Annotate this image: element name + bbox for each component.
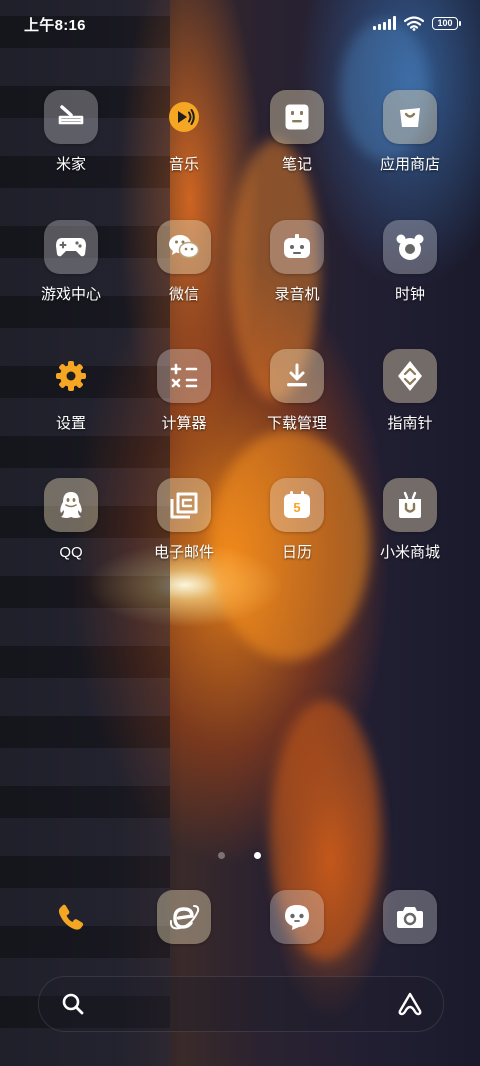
mijia-icon[interactable] [44,90,98,144]
app-label: 小米商城 [379,544,440,561]
app-label: 笔记 [281,156,312,173]
app-wechat[interactable]: 微信 [127,220,241,304]
status-bar: 上午8:16 100 [0,0,480,46]
app-qq[interactable]: QQ [14,478,128,562]
app-clock[interactable]: 时钟 [353,220,467,304]
mi-store-icon[interactable] [383,478,437,532]
app-label: 米家 [55,156,86,173]
notes-icon[interactable] [270,90,324,144]
calendar-day: 5 [293,500,300,515]
app-notes[interactable]: 笔记 [240,90,354,174]
battery-level: 100 [437,18,453,28]
page-indicator [0,852,480,860]
calendar-icon[interactable]: 5 [270,478,324,532]
battery-icon: 100 [432,16,461,30]
app-music[interactable]: 音乐 [127,90,241,174]
app-app-store[interactable]: 应用商店 [353,90,467,174]
app-label: 应用商店 [379,156,440,173]
status-icons: 100 [373,14,461,32]
app-mi-store[interactable]: 小米商城 [353,478,467,562]
app-label: 微信 [168,286,199,303]
app-label: 音乐 [168,156,199,173]
email-icon[interactable] [157,478,211,532]
search-bar[interactable] [38,976,444,1032]
recorder-icon[interactable] [270,220,324,274]
game-center-icon[interactable] [44,220,98,274]
phone-icon[interactable] [44,890,98,944]
dock [0,890,480,944]
app-label: QQ [59,544,83,561]
app-label: 设置 [55,415,86,432]
app-label: 日历 [281,544,312,561]
status-time: 上午8:16 [24,17,86,34]
app-calendar[interactable]: 5 日历 [240,478,354,562]
messages-icon[interactable] [270,890,324,944]
camera-icon[interactable] [383,890,437,944]
calculator-icon[interactable] [157,349,211,403]
app-label: 录音机 [274,286,320,303]
wechat-icon[interactable] [157,220,211,274]
app-label: 时钟 [394,286,425,303]
app-mijia[interactable]: 米家 [14,90,128,174]
app-label: 电子邮件 [153,544,214,561]
app-calculator[interactable]: 计算器 [127,349,241,433]
page-dot[interactable] [218,852,225,859]
app-store-icon[interactable] [383,90,437,144]
app-label: 计算器 [161,415,207,432]
download-manager-icon[interactable] [270,349,324,403]
settings-icon[interactable] [44,349,98,403]
app-compass[interactable]: 指南针 [353,349,467,433]
app-download-manager[interactable]: 下载管理 [240,349,354,433]
app-label: 下载管理 [266,415,327,432]
app-settings[interactable]: 设置 [14,349,128,433]
app-label: 游戏中心 [40,286,101,303]
assistant-icon[interactable] [397,991,423,1017]
app-recorder[interactable]: 录音机 [240,220,354,304]
compass-icon[interactable] [383,349,437,403]
browser-icon[interactable] [157,890,211,944]
app-game-center[interactable]: 游戏中心 [14,220,128,304]
qq-icon[interactable] [44,478,98,532]
app-email[interactable]: 电子邮件 [127,478,241,562]
search-icon[interactable] [61,992,85,1016]
signal-icon [373,16,396,30]
clock-icon[interactable] [383,220,437,274]
music-icon[interactable] [157,90,211,144]
app-label: 指南针 [387,415,433,432]
wifi-icon [404,15,424,31]
page-dot-active[interactable] [254,852,261,859]
